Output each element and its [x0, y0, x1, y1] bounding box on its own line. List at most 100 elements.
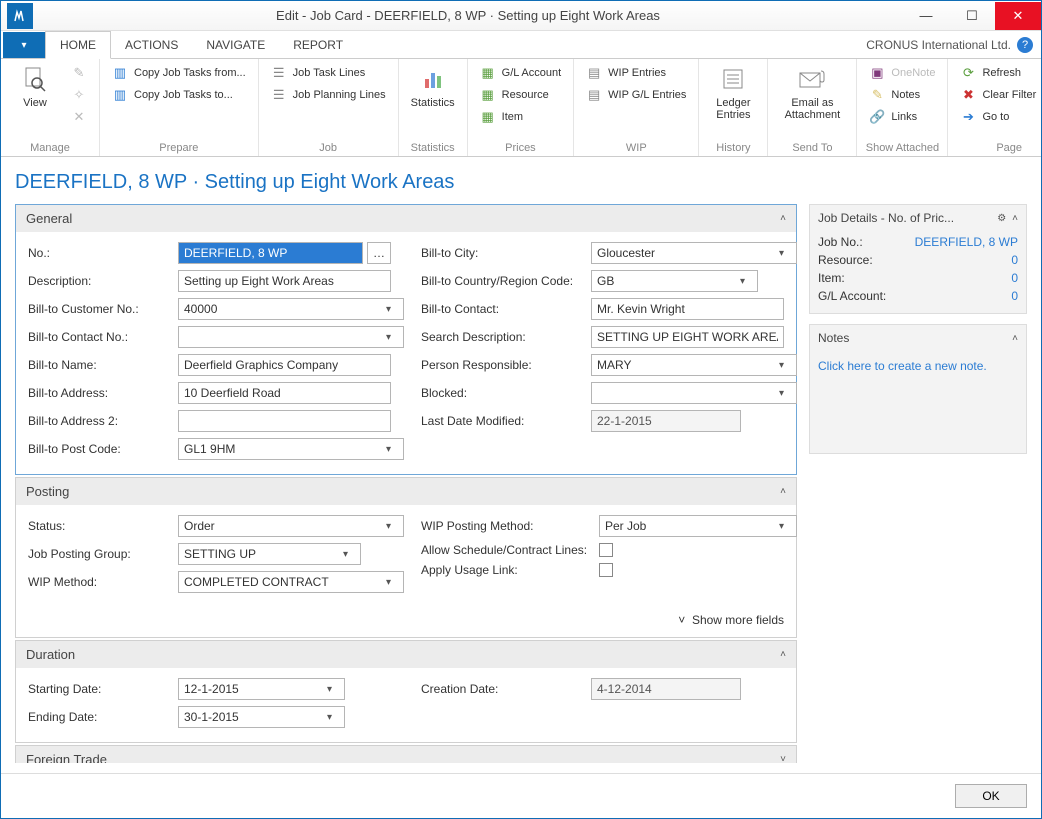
description-field[interactable] — [178, 270, 391, 292]
close-button[interactable]: ✕ — [995, 2, 1041, 30]
email-attachment[interactable]: Email as Attachment — [776, 63, 848, 121]
company-name: CRONUS International Ltd. — [866, 38, 1011, 52]
creation-date-field — [591, 678, 741, 700]
wip-method-field[interactable] — [178, 571, 404, 593]
clear-filter[interactable]: ✖Clear Filter — [956, 85, 1040, 105]
envelope-clip-icon — [796, 63, 828, 95]
fasttab-duration-header[interactable]: Duration ˄ — [16, 641, 796, 668]
bill-to-address2-field[interactable] — [178, 410, 391, 432]
statistics-button[interactable]: Statistics — [407, 63, 459, 109]
ribbon: View ✎ ✧ ✕ Manage ▥Copy Job Tasks from..… — [1, 59, 1041, 157]
bill-to-contact-no-field[interactable] — [178, 326, 404, 348]
delete-icon: ✕ — [67, 107, 91, 127]
title-bar: Edit - Job Card - DEERFIELD, 8 WP · Sett… — [1, 1, 1041, 31]
maximize-button[interactable]: ☐ — [949, 2, 995, 30]
group-job: Job — [267, 140, 390, 154]
links-ribbon[interactable]: 🔗Links — [865, 107, 939, 127]
page-title: DEERFIELD, 8 WP · Setting up Eight Work … — [15, 171, 1027, 194]
help-icon[interactable]: ? — [1017, 37, 1033, 53]
group-prepare: Prepare — [108, 140, 250, 154]
create-note-link[interactable]: Click here to create a new note. — [818, 359, 987, 373]
notes-header: Notes — [818, 331, 849, 345]
notes-ribbon[interactable]: ✎Notes — [865, 85, 939, 105]
magnifier-icon — [19, 63, 51, 95]
chevron-down-icon: ˅ — [780, 754, 786, 763]
group-wip: WIP — [582, 140, 690, 154]
job-no-link[interactable]: DEERFIELD, 8 WP — [915, 235, 1018, 249]
minimize-button[interactable]: — — [903, 2, 949, 30]
group-show-attached: Show Attached — [865, 140, 939, 154]
gl-account[interactable]: ▦G/L Account — [476, 63, 566, 83]
onenote: ▣OneNote — [865, 63, 939, 83]
wip-gl-entries[interactable]: ▤WIP G/L Entries — [582, 85, 690, 105]
fasttab-posting-header[interactable]: Posting ˄ — [16, 478, 796, 505]
fasttab-posting: Posting ˄ Status: Job Posting Group: WIP… — [15, 477, 797, 638]
refresh[interactable]: ⟳Refresh — [956, 63, 1040, 83]
group-sendto: Send To — [776, 140, 848, 154]
job-planning-lines[interactable]: ☰Job Planning Lines — [267, 85, 390, 105]
bill-to-country-field[interactable] — [591, 270, 758, 292]
copy-job-tasks-from[interactable]: ▥Copy Job Tasks from... — [108, 63, 250, 83]
job-task-lines[interactable]: ☰Job Task Lines — [267, 63, 390, 83]
tab-report[interactable]: REPORT — [279, 32, 357, 58]
window-title: Edit - Job Card - DEERFIELD, 8 WP · Sett… — [33, 8, 903, 23]
app-icon — [7, 3, 33, 29]
resource-price[interactable]: ▦Resource — [476, 85, 566, 105]
allow-schedule-checkbox[interactable] — [599, 543, 613, 557]
person-responsible-field[interactable] — [591, 354, 797, 376]
job-details-header: Job Details - No. of Pric... — [818, 211, 954, 225]
bill-to-city-field[interactable] — [591, 242, 797, 264]
ok-button[interactable]: OK — [955, 784, 1027, 808]
chevron-up-icon: ˄ — [780, 649, 786, 660]
blocked-field[interactable] — [591, 382, 797, 404]
starting-date-field[interactable] — [178, 678, 345, 700]
bill-to-name-field[interactable] — [178, 354, 391, 376]
item-price[interactable]: ▦Item — [476, 107, 566, 127]
fasttab-foreign-trade: Foreign Trade ˅ — [15, 745, 797, 763]
gl-account-count-link[interactable]: 0 — [1011, 289, 1018, 303]
ledger-entries[interactable]: Ledger Entries — [707, 63, 759, 121]
chevron-up-icon: ˄ — [780, 486, 786, 497]
bill-to-customer-no-field[interactable] — [178, 298, 404, 320]
fasttab-general-header[interactable]: General ˄ — [16, 205, 796, 232]
notes-factbox: Notes ˄ Click here to create a new note. — [809, 324, 1027, 454]
group-history: History — [707, 140, 759, 154]
ending-date-field[interactable] — [178, 706, 345, 728]
group-prices: Prices — [476, 140, 566, 154]
gear-icon[interactable]: ⚙ — [997, 213, 1006, 224]
item-count-link[interactable]: 0 — [1011, 271, 1018, 285]
tab-actions[interactable]: ACTIONS — [111, 32, 192, 58]
resource-count-link[interactable]: 0 — [1011, 253, 1018, 267]
group-manage: Manage — [9, 140, 91, 154]
apply-usage-link-checkbox[interactable] — [599, 563, 613, 577]
group-page: Page — [956, 140, 1042, 154]
ledger-icon — [717, 63, 749, 95]
search-description-field[interactable] — [591, 326, 784, 348]
last-date-modified-field — [591, 410, 741, 432]
chart-icon — [417, 63, 449, 95]
status-field[interactable] — [178, 515, 404, 537]
copy-job-tasks-to[interactable]: ▥Copy Job Tasks to... — [108, 85, 250, 105]
bill-to-contact-field[interactable] — [591, 298, 784, 320]
tab-home[interactable]: HOME — [45, 31, 111, 59]
show-more-fields[interactable]: ˅ Show more fields — [16, 607, 796, 637]
job-posting-group-field[interactable] — [178, 543, 361, 565]
new-icon: ✧ — [67, 85, 91, 105]
chevron-up-icon[interactable]: ˄ — [1012, 333, 1018, 344]
view-button[interactable]: View — [9, 63, 61, 109]
no-assist-button[interactable]: … — [367, 242, 391, 264]
chevron-up-icon: ˄ — [780, 213, 786, 224]
chevron-up-icon[interactable]: ˄ — [1012, 213, 1018, 224]
job-details-factbox: Job Details - No. of Pric... ⚙ ˄ Job No.… — [809, 204, 1027, 314]
bill-to-post-code-field[interactable] — [178, 438, 404, 460]
fasttab-general: General ˄ No.: … Description: Bill-to Cu… — [15, 204, 797, 475]
wip-entries[interactable]: ▤WIP Entries — [582, 63, 690, 83]
goto[interactable]: ➔Go to — [956, 107, 1040, 127]
wip-posting-method-field[interactable] — [599, 515, 797, 537]
no-field[interactable] — [178, 242, 363, 264]
edit-icon: ✎ — [67, 63, 91, 83]
bill-to-address-field[interactable] — [178, 382, 391, 404]
tab-navigate[interactable]: NAVIGATE — [192, 32, 279, 58]
fasttab-foreign-trade-header[interactable]: Foreign Trade ˅ — [16, 746, 796, 763]
application-menu[interactable]: ▾ — [3, 32, 45, 58]
